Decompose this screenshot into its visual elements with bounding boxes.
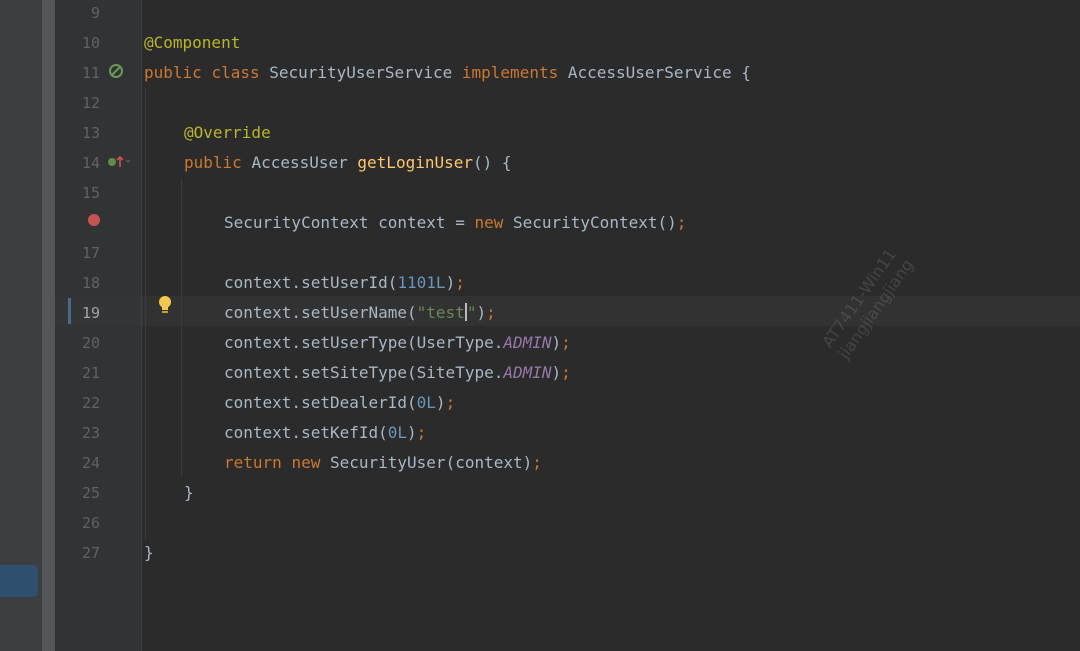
- code-token: ;: [561, 333, 571, 352]
- code-token: @Override: [184, 123, 271, 142]
- override-method-icon[interactable]: [107, 154, 131, 170]
- code-token: }: [144, 543, 154, 562]
- code-line[interactable]: @Override: [184, 118, 271, 148]
- line-number: 9: [90, 4, 100, 22]
- breakpoint-icon[interactable]: [87, 213, 101, 227]
- code-token: ADMIN: [503, 363, 552, 382]
- line-number: 13: [81, 124, 100, 142]
- code-token: ADMIN: [503, 333, 552, 352]
- line-number: 18: [81, 274, 100, 292]
- code-token: SecurityContext context =: [224, 213, 475, 232]
- code-token: ;: [445, 393, 456, 412]
- code-line[interactable]: context.setKefId(0L);: [224, 418, 426, 448]
- line-number: 27: [81, 544, 100, 562]
- code-line[interactable]: context.setUserType(UserType.ADMIN);: [224, 328, 571, 358]
- code-line[interactable]: public AccessUser getLoginUser() {: [184, 148, 512, 178]
- code-token: }: [184, 483, 194, 502]
- line-number: 23: [81, 424, 100, 442]
- code-token: ;: [486, 303, 496, 322]
- code-token: context.setDealerId(: [224, 393, 417, 412]
- code-line[interactable]: public class SecurityUserService impleme…: [144, 58, 751, 88]
- code-token: context.setUserId(: [224, 273, 398, 292]
- code-line[interactable]: SecurityContext context = new SecurityCo…: [224, 208, 686, 238]
- code-token: SecurityUser(context): [329, 453, 533, 472]
- code-token: new: [474, 213, 513, 232]
- code-token: ;: [561, 363, 571, 382]
- code-token: ): [407, 423, 417, 442]
- line-number: 25: [81, 484, 100, 502]
- code-token: 0L: [416, 393, 436, 412]
- code-token: ): [476, 303, 487, 322]
- code-token: ;: [455, 273, 465, 292]
- line-number: 21: [81, 364, 100, 382]
- code-token: 0L: [387, 423, 408, 442]
- code-token: public: [144, 63, 212, 82]
- code-token: SecurityUserService: [269, 63, 462, 82]
- line-number: 14: [81, 154, 100, 172]
- line-number: 17: [81, 244, 100, 262]
- code-token: AccessUserService {: [567, 63, 751, 82]
- line-number: 24: [81, 454, 100, 472]
- code-token: context.setUserName(: [224, 303, 417, 322]
- code-token: ;: [416, 423, 427, 442]
- line-number: 15: [81, 184, 100, 202]
- line-number: 22: [81, 394, 100, 412]
- code-token: () {: [473, 153, 512, 172]
- code-line[interactable]: @Component: [144, 28, 240, 58]
- code-line[interactable]: }: [144, 538, 154, 568]
- code-token: 1101L: [397, 273, 446, 292]
- code-line[interactable]: context.setDealerId(0L);: [224, 388, 455, 418]
- indent-guide: [181, 178, 182, 476]
- code-token: SecurityContext(): [512, 213, 677, 232]
- code-token: context.setKefId(: [224, 423, 388, 442]
- code-token: return: [224, 453, 292, 472]
- intention-bulb-icon[interactable]: [157, 295, 173, 315]
- line-number: 20: [81, 334, 100, 352]
- line-number: 12: [81, 94, 100, 112]
- code-line[interactable]: return new SecurityUser(context);: [224, 448, 542, 478]
- line-number: 10: [81, 34, 100, 52]
- code-token: implements: [461, 63, 568, 82]
- project-tool-window: [0, 0, 42, 651]
- code-line[interactable]: context.setSiteType(SiteType.ADMIN);: [224, 358, 571, 388]
- code-token: public: [184, 153, 252, 172]
- code-token: ;: [532, 453, 542, 472]
- code-token: ): [551, 363, 562, 382]
- code-token: ;: [676, 213, 687, 232]
- code-token: context.setSiteType(SiteType.: [224, 363, 504, 382]
- indent-guide: [145, 88, 146, 540]
- selected-tree-item[interactable]: [0, 565, 38, 597]
- line-number: 26: [81, 514, 100, 532]
- code-token: ): [551, 333, 562, 352]
- code-token: @Component: [144, 33, 241, 52]
- code-token: context.setUserType(UserType.: [224, 333, 504, 352]
- code-token: "test: [416, 303, 465, 322]
- code-line[interactable]: }: [184, 478, 194, 508]
- code-token: class: [211, 63, 270, 82]
- spring-bean-icon[interactable]: [108, 63, 124, 79]
- code-token: AccessUser: [251, 153, 358, 172]
- code-token: new: [291, 453, 330, 472]
- line-number: 19: [81, 304, 100, 322]
- code-token: ): [435, 393, 446, 412]
- code-line[interactable]: context.setUserName("test ");: [224, 298, 496, 328]
- code-token: getLoginUser: [357, 153, 473, 172]
- line-number: 11: [81, 64, 100, 82]
- code-line[interactable]: context.setUserId(1101L);: [224, 268, 465, 298]
- code-token: ): [445, 273, 456, 292]
